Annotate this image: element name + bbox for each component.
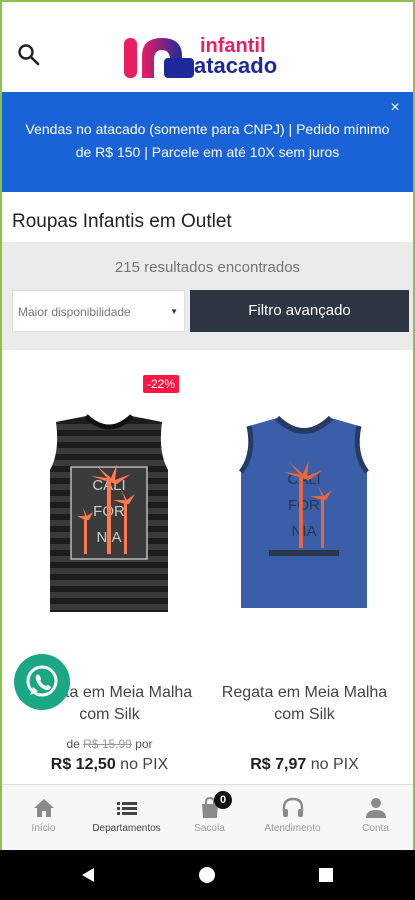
- product-image[interactable]: CALI FOR NIA: [34, 412, 184, 617]
- price: R$ 12,50 no PIX: [12, 756, 207, 774]
- nav-label: Conta: [362, 823, 389, 834]
- price-suffix: no PIX: [306, 756, 359, 773]
- logo-mark-icon: [124, 38, 194, 78]
- price-value: R$ 12,50: [50, 756, 116, 773]
- nav-item-inicio[interactable]: Início: [2, 797, 85, 834]
- nav-item-atendimento[interactable]: Atendimento: [251, 797, 334, 834]
- headset-icon: [282, 797, 303, 817]
- brand-logo[interactable]: infantil atacado: [124, 34, 299, 82]
- product-image[interactable]: CALI FOR NIA: [229, 412, 379, 617]
- svg-text:NIA: NIA: [291, 523, 316, 540]
- sort-value: Maior disponibilidade: [18, 305, 131, 319]
- user-icon: [365, 798, 386, 818]
- svg-text:FOR: FOR: [288, 497, 320, 514]
- old-price-prefix: de: [66, 737, 84, 751]
- logo-text: infantil atacado: [194, 36, 277, 77]
- home-circle-icon[interactable]: [199, 867, 215, 883]
- results-count: 215 resultados encontrados: [114, 259, 301, 276]
- search-icon: [18, 44, 40, 66]
- promo-banner: × Vendas no atacado (somente para CNPJ) …: [2, 92, 413, 192]
- app-frame: infantil atacado × Vendas no atacado (so…: [0, 0, 415, 850]
- whatsapp-button[interactable]: [14, 654, 70, 710]
- old-price-suffix: por: [131, 737, 153, 751]
- header: infantil atacado: [2, 2, 413, 92]
- price: R$ 7,97 no PIX: [207, 756, 402, 774]
- nav-item-sacola[interactable]: 0 Sacola: [168, 791, 251, 834]
- advanced-filter-button[interactable]: Filtro avançado: [190, 290, 409, 332]
- logo-line2: atacado: [194, 53, 278, 78]
- home-icon: [33, 799, 54, 817]
- old-price: de R$ 15,99 por: [12, 737, 207, 751]
- nav-label: Sacola: [194, 823, 225, 834]
- product-card[interactable]: CALI FOR NIA Regata em Meia Malha com Si…: [207, 367, 402, 787]
- nav-label: Departamentos: [92, 823, 161, 834]
- price-value: R$ 7,97: [250, 756, 307, 773]
- cart-badge: 0: [214, 791, 232, 809]
- whatsapp-icon: [26, 665, 58, 697]
- search-button[interactable]: [16, 42, 42, 68]
- old-price-value: R$ 15,99: [83, 737, 132, 751]
- page-title: Roupas Infantis em Outlet: [12, 211, 232, 232]
- discount-badge: -22%: [143, 375, 180, 393]
- banner-close-button[interactable]: ×: [385, 98, 405, 118]
- menu-icon: [116, 802, 137, 815]
- system-nav-bar: [0, 850, 415, 900]
- caret-down-icon: ▼: [170, 307, 178, 316]
- product-name[interactable]: Regata em Meia Malha com Silk: [217, 682, 392, 726]
- back-icon[interactable]: [80, 867, 96, 883]
- results-toolbar: 215 resultados encontrados Maior disponi…: [2, 242, 413, 350]
- banner-text: Vendas no atacado (somente para CNPJ) | …: [25, 121, 390, 160]
- product-card[interactable]: -22% CALI FOR NIA Regata: [12, 367, 207, 787]
- sort-select[interactable]: Maior disponibilidade ▼: [12, 290, 185, 332]
- close-icon: ×: [390, 99, 400, 116]
- bottom-nav: Início Departamentos 0 Sacola Atendiment…: [2, 784, 413, 850]
- nav-item-departamentos[interactable]: Departamentos: [85, 797, 168, 834]
- nav-item-conta[interactable]: Conta: [334, 797, 413, 834]
- nav-label: Atendimento: [264, 823, 321, 834]
- recent-apps-icon[interactable]: [319, 868, 333, 882]
- price-suffix: no PIX: [115, 756, 169, 773]
- nav-label: Início: [31, 823, 56, 834]
